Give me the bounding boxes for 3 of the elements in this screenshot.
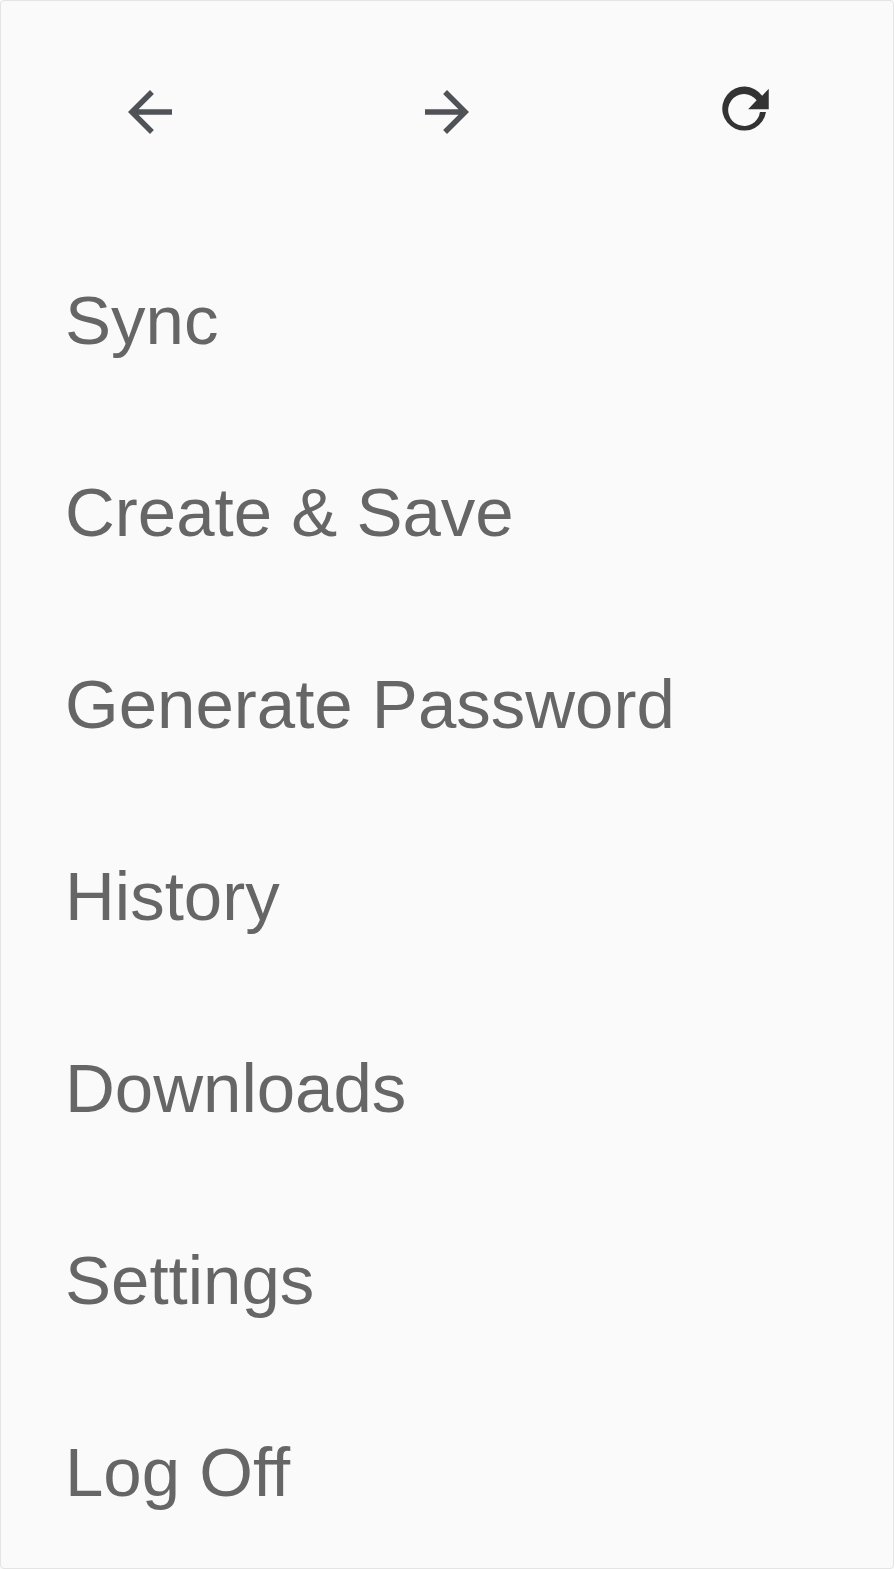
menu-item[interactable]: Downloads [65, 1053, 407, 1123]
menu-item[interactable]: Generate Password [65, 669, 675, 739]
menu-item[interactable]: Create & Save [65, 477, 514, 547]
